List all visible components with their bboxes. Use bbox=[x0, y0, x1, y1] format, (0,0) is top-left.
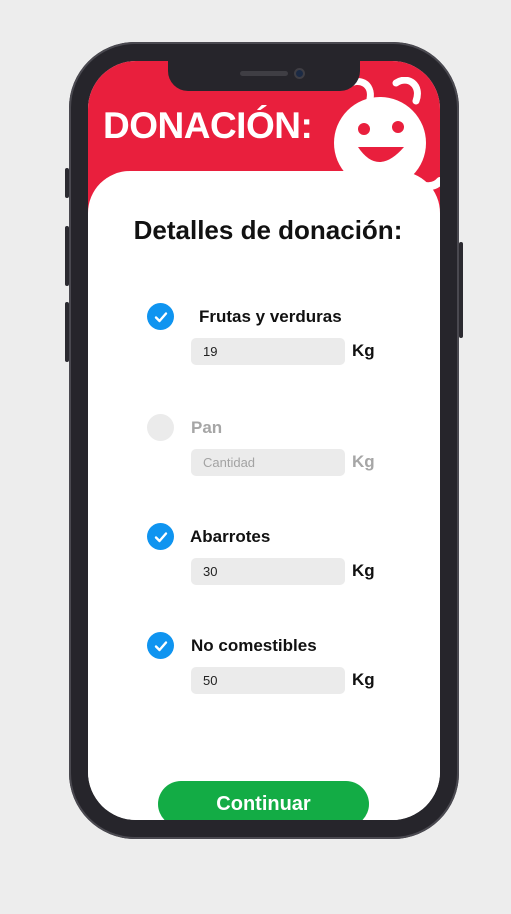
unit-label: Kg bbox=[352, 670, 375, 689]
quantity-input-no-comestibles[interactable] bbox=[191, 667, 345, 694]
quantity-input-abarrotes[interactable] bbox=[191, 558, 345, 585]
item-label: Abarrotes bbox=[190, 527, 271, 546]
unit-label: Kg bbox=[352, 341, 375, 360]
unit-label: Kg bbox=[352, 452, 375, 471]
checkbox-abarrotes[interactable] bbox=[147, 523, 174, 550]
front-camera bbox=[294, 68, 305, 79]
continue-button[interactable]: Continuar bbox=[158, 781, 369, 820]
details-card: Detalles de donación: Frutas y verduras … bbox=[88, 171, 440, 820]
notch bbox=[168, 61, 360, 91]
mute-switch bbox=[65, 168, 69, 198]
list-item-pan: Pan Kg bbox=[88, 414, 440, 494]
power-button bbox=[459, 242, 463, 338]
list-item-no-comestibles: No comestibles Kg bbox=[88, 632, 440, 712]
list-item-frutas: Frutas y verduras Kg bbox=[88, 303, 440, 383]
page-title: DONACIÓN: bbox=[103, 105, 313, 146]
checkbox-frutas[interactable] bbox=[147, 303, 174, 330]
checkbox-pan[interactable] bbox=[147, 414, 174, 441]
checkmark-icon bbox=[154, 531, 167, 542]
quantity-input-pan[interactable] bbox=[191, 449, 345, 476]
item-label: Pan bbox=[191, 418, 223, 437]
phone-frame: DONACIÓN: Detalles de donación: Frutas y… bbox=[65, 42, 463, 839]
checkbox-no-comestibles[interactable] bbox=[147, 632, 174, 659]
item-label: Frutas y verduras bbox=[199, 307, 342, 326]
checkmark-icon bbox=[154, 311, 167, 322]
unit-label: Kg bbox=[352, 561, 375, 580]
volume-down-button bbox=[65, 302, 69, 362]
app-screen: DONACIÓN: Detalles de donación: Frutas y… bbox=[88, 61, 440, 820]
list-item-abarrotes: Abarrotes Kg bbox=[88, 523, 440, 603]
checkmark-icon bbox=[154, 640, 167, 651]
item-label: No comestibles bbox=[191, 636, 317, 655]
volume-up-button bbox=[65, 226, 69, 286]
section-title: Detalles de donación: bbox=[133, 215, 403, 245]
speaker bbox=[240, 71, 288, 76]
quantity-input-frutas[interactable] bbox=[191, 338, 345, 365]
